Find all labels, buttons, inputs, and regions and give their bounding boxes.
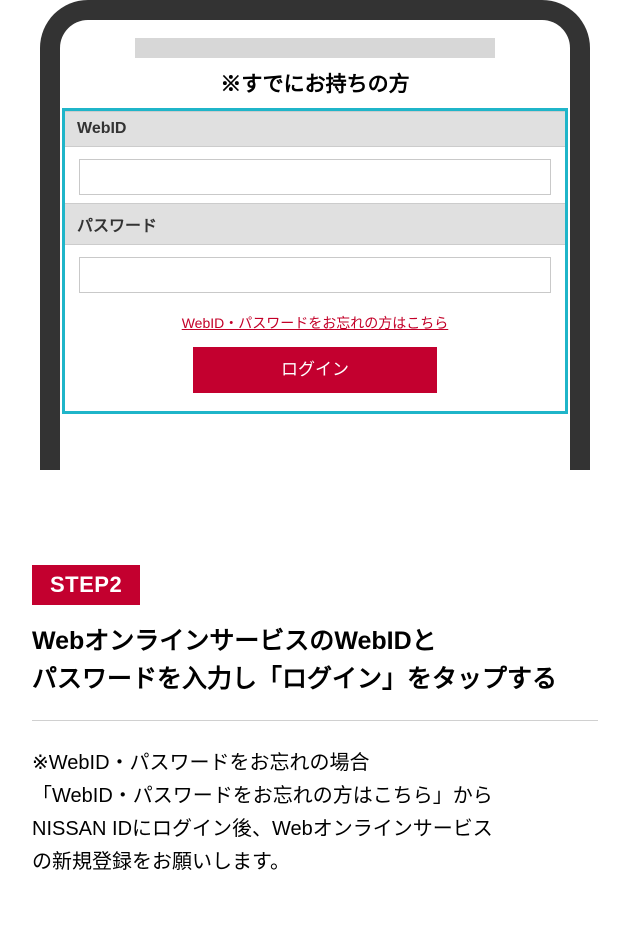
password-input-wrap [65, 245, 565, 301]
step-heading: WebオンラインサービスのWebIDと パスワードを入力し「ログイン」をタップす… [32, 623, 598, 698]
login-button[interactable]: ログイン [193, 347, 437, 393]
placeholder-bar [135, 38, 495, 58]
forgot-password-link[interactable]: WebID・パスワードをお忘れの方はこちら [65, 313, 565, 333]
note-line-3: NISSAN IDにログイン後、Webオンラインサービス [32, 818, 493, 840]
note-line-4: の新規登録をお願いします。 [32, 851, 290, 873]
content-section: STEP2 WebオンラインサービスのWebIDと パスワードを入力し「ログイン… [0, 565, 630, 879]
mockup-header-title: ※すでにお持ちの方 [60, 68, 570, 98]
heading-line-1: WebオンラインサービスのWebIDと [32, 627, 437, 655]
heading-line-2: パスワードを入力し「ログイン」をタップする [32, 665, 557, 693]
divider [32, 720, 598, 721]
password-label: パスワード [65, 203, 565, 245]
device-screen: ※すでにお持ちの方 WebID パスワード WebID・パスワードをお忘れの方は… [60, 38, 570, 414]
note-line-1: ※WebID・パスワードをお忘れの場合 [32, 752, 370, 774]
webid-input[interactable] [79, 159, 551, 195]
device-bezel: ※すでにお持ちの方 WebID パスワード WebID・パスワードをお忘れの方は… [40, 0, 590, 470]
password-input[interactable] [79, 257, 551, 293]
webid-input-wrap [65, 147, 565, 203]
note-text: ※WebID・パスワードをお忘れの場合 「WebID・パスワードをお忘れの方はこ… [32, 747, 598, 879]
step-badge: STEP2 [32, 565, 140, 605]
login-form-box: WebID パスワード WebID・パスワードをお忘れの方はこちら ログイン [62, 108, 568, 414]
note-line-2: 「WebID・パスワードをお忘れの方はこちら」から [32, 785, 493, 807]
webid-label: WebID [65, 111, 565, 147]
device-frame: ※すでにお持ちの方 WebID パスワード WebID・パスワードをお忘れの方は… [20, 0, 610, 470]
